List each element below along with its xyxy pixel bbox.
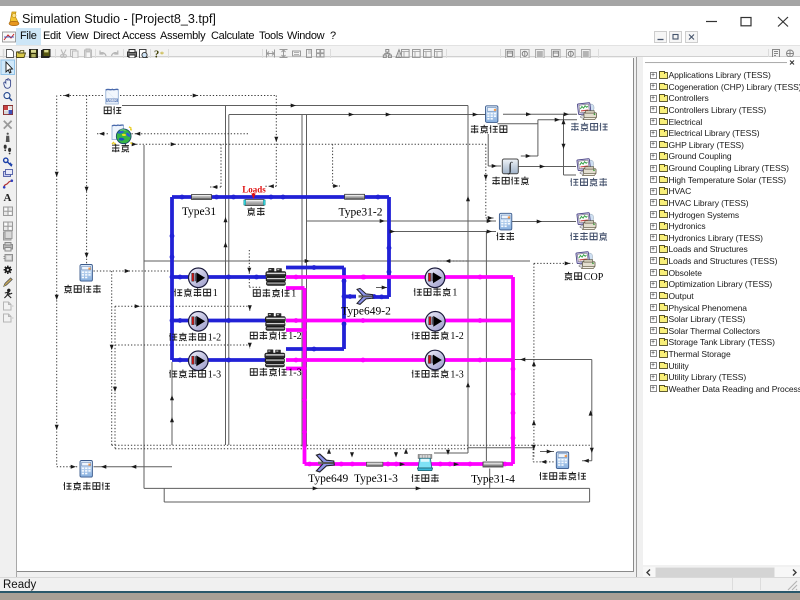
svg-text:Type31-3: Type31-3: [354, 473, 398, 485]
svg-text:Type649-2: Type649-2: [341, 306, 391, 318]
svg-text:Loads: Loads: [242, 185, 266, 195]
svg-text:1-3: 1-3: [288, 368, 301, 379]
svg-text:Type649: Type649: [308, 473, 348, 485]
svg-text:Type31: Type31: [182, 206, 217, 218]
svg-text:1: 1: [291, 289, 296, 300]
svg-text:COP: COP: [584, 272, 604, 283]
svg-text:1: 1: [213, 288, 218, 299]
svg-text:A: A: [4, 192, 12, 204]
svg-text:1-3: 1-3: [208, 370, 221, 381]
svg-text:1-3: 1-3: [450, 370, 463, 381]
svg-text:Type31-4: Type31-4: [471, 474, 515, 486]
svg-text:1-2: 1-2: [208, 333, 221, 344]
svg-text:Type31-2: Type31-2: [339, 207, 383, 219]
svg-text:1-2: 1-2: [450, 331, 463, 342]
svg-text:1: 1: [452, 288, 457, 299]
svg-text:1-2: 1-2: [288, 331, 301, 342]
